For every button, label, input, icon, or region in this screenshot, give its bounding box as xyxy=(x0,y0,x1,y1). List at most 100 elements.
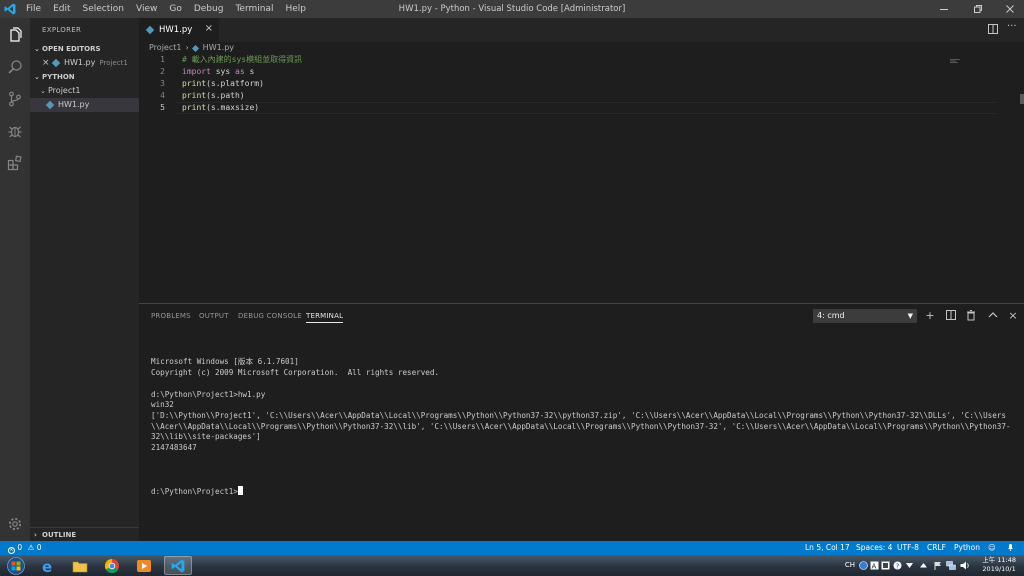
code-token: # 載入內建的sys模組並取得資訊 xyxy=(182,55,303,64)
tab-output[interactable]: OUTPUT xyxy=(199,312,229,320)
minimap[interactable] xyxy=(950,56,962,63)
problems-status[interactable]: × 0 ⚠ 0 xyxy=(8,541,41,555)
line-number: 3 xyxy=(160,79,165,88)
terminal-output[interactable]: Microsoft Windows [版本 6.1.7601] Copyright… xyxy=(151,336,1011,519)
ime-icon[interactable] xyxy=(858,560,868,570)
ime-mode-icon[interactable]: A xyxy=(869,560,879,570)
code-token: sys xyxy=(210,67,235,76)
outline-section[interactable]: › OUTLINE xyxy=(30,527,139,541)
input-language[interactable]: CH xyxy=(844,560,856,570)
settings-gear-icon[interactable] xyxy=(5,514,25,534)
media-player-icon[interactable] xyxy=(130,556,158,575)
minimize-button[interactable] xyxy=(928,0,960,18)
tree-folder-label: Project1 xyxy=(48,86,81,95)
menu-edit[interactable]: Edit xyxy=(47,0,76,18)
ime-char-icon[interactable] xyxy=(880,560,890,570)
ime-options-icon[interactable] xyxy=(904,560,914,570)
open-editors-section[interactable]: ⌄ OPEN EDITORS xyxy=(30,42,139,56)
maximize-panel-icon[interactable] xyxy=(985,307,1001,323)
close-editor-icon[interactable]: × xyxy=(42,56,50,70)
explorer-icon[interactable] xyxy=(5,25,25,45)
code-line[interactable]: 4 print(s.path) xyxy=(139,90,244,102)
terminal-prompt: d:\Python\Project1> xyxy=(151,486,238,496)
clock[interactable]: 上午 11:48 2019/10/1 xyxy=(982,556,1016,574)
tab-problems[interactable]: PROBLEMS xyxy=(151,312,191,320)
python-file-icon xyxy=(145,25,155,35)
python-file-icon xyxy=(191,44,199,52)
bottom-panel: PROBLEMS OUTPUT DEBUG CONSOLE TERMINAL 4… xyxy=(139,303,1024,541)
menu-debug[interactable]: Debug xyxy=(188,0,230,18)
volume-icon[interactable] xyxy=(960,560,970,570)
menu-terminal[interactable]: Terminal xyxy=(229,0,279,18)
menu-bar: File Edit Selection View Go Debug Terminal Help xyxy=(20,0,312,18)
windows-start-icon[interactable] xyxy=(4,556,28,575)
restore-button[interactable] xyxy=(962,0,994,18)
split-editor-icon[interactable] xyxy=(987,23,999,35)
cursor-position[interactable]: Ln 5, Col 17 xyxy=(805,541,850,555)
code-line[interactable]: 3 print(s.platform) xyxy=(139,78,264,90)
terminal-line: Copyright (c) 2009 Microsoft Corporation… xyxy=(151,368,440,378)
menu-help[interactable]: Help xyxy=(279,0,312,18)
line-ending[interactable]: CRLF xyxy=(927,541,946,555)
trash-icon[interactable] xyxy=(963,307,979,323)
ime-help-icon[interactable]: ? xyxy=(892,560,902,570)
terminal-select-value: 4: cmd xyxy=(817,311,845,320)
svg-text:A: A xyxy=(871,562,876,570)
close-panel-icon[interactable]: × xyxy=(1005,307,1021,323)
windows-taskbar: e CH A ? 上午 11:48 2019/10/1 xyxy=(0,555,1024,576)
workspace-section[interactable]: ⌄ PYTHON xyxy=(30,70,139,84)
vscode-taskbar-icon[interactable] xyxy=(164,556,192,575)
show-hidden-icons-icon[interactable] xyxy=(918,560,928,570)
new-terminal-icon[interactable]: + xyxy=(922,307,938,323)
code-line[interactable]: 5 print(s.maxsize) xyxy=(139,102,259,114)
debug-icon[interactable] xyxy=(5,121,25,141)
line-number: 5 xyxy=(160,103,165,112)
clock-date: 2019/10/1 xyxy=(982,565,1016,573)
source-control-icon[interactable] xyxy=(5,89,25,109)
split-terminal-icon[interactable] xyxy=(943,307,959,323)
indentation[interactable]: Spaces: 4 xyxy=(856,541,892,555)
search-icon[interactable] xyxy=(5,57,25,77)
language-mode[interactable]: Python xyxy=(954,541,980,555)
tree-file-hw1[interactable]: HW1.py xyxy=(30,98,139,112)
terminal-line: d:\Python\Project1>hw1.py xyxy=(151,389,266,399)
close-window-button[interactable] xyxy=(994,0,1024,18)
menu-go[interactable]: Go xyxy=(163,0,187,18)
tab-terminal[interactable]: TERMINAL xyxy=(306,312,344,323)
chrome-icon[interactable] xyxy=(98,556,126,575)
more-actions-icon[interactable]: ··· xyxy=(1007,21,1019,33)
code-line[interactable]: 2 import sys as s xyxy=(139,66,254,78)
tab-hw1[interactable]: HW1.py × xyxy=(139,18,219,42)
editor-scrollbar[interactable] xyxy=(1020,94,1024,104)
notifications-bell-icon[interactable] xyxy=(1006,541,1015,555)
menu-selection[interactable]: Selection xyxy=(77,0,130,18)
tab-debug-console[interactable]: DEBUG CONSOLE xyxy=(238,312,302,320)
code-token: import xyxy=(182,67,211,76)
code-token: s xyxy=(244,67,255,76)
network-icon[interactable] xyxy=(946,560,956,570)
activity-bar xyxy=(0,18,30,541)
close-tab-icon[interactable]: × xyxy=(205,23,213,34)
tab-label: HW1.py xyxy=(159,25,193,35)
outline-title: OUTLINE xyxy=(42,531,77,539)
internet-explorer-icon[interactable]: e xyxy=(34,556,62,575)
encoding[interactable]: UTF-8 xyxy=(897,541,919,555)
breadcrumb-file[interactable]: HW1.py xyxy=(203,42,234,54)
file-explorer-icon[interactable] xyxy=(66,556,94,575)
terminal-select[interactable]: 4: cmd ▼ xyxy=(813,309,917,323)
code-line[interactable]: 1 # 載入內建的sys模組並取得資訊 xyxy=(139,54,302,66)
vscode-logo-icon[interactable] xyxy=(0,0,20,18)
menu-view[interactable]: View xyxy=(130,0,163,18)
error-count: 0 xyxy=(17,543,23,552)
feedback-smiley-icon[interactable]: ☺ xyxy=(988,541,996,555)
tree-folder-project1[interactable]: ⌄ Project1 xyxy=(30,84,139,98)
breadcrumb-folder[interactable]: Project1 xyxy=(149,42,181,54)
open-editor-item[interactable]: × HW1.py Project1 xyxy=(30,56,139,70)
menu-file[interactable]: File xyxy=(20,0,47,18)
flag-icon[interactable] xyxy=(932,560,942,570)
extensions-icon[interactable] xyxy=(5,153,25,173)
terminal-lines: Microsoft Windows [版本 6.1.7601] Copyright… xyxy=(151,357,1011,464)
code-editor[interactable]: 1 # 載入內建的sys模組並取得資訊 2 import sys as s 3 print… xyxy=(139,54,1024,302)
